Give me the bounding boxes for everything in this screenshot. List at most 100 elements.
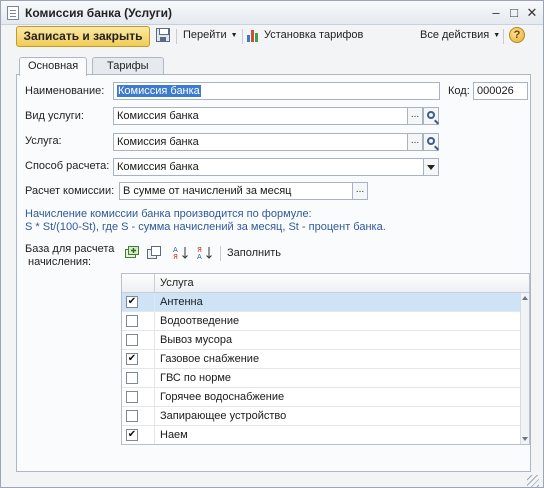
service-name: Водоотведение (160, 315, 240, 327)
checkbox-cell (122, 369, 155, 387)
svg-text:А: А (197, 253, 202, 260)
calc-method-select[interactable]: Комиссия банка (113, 158, 424, 176)
copy-row-icon[interactable] (147, 246, 161, 259)
table-row[interactable]: Вывоз мусора (122, 331, 520, 350)
table-row[interactable]: ✔ Наем (122, 426, 520, 444)
title-bar[interactable]: Комиссия банка (Услуги) – □ ✕ (1, 1, 543, 25)
save-icon[interactable] (156, 28, 170, 42)
checkbox-cell (122, 388, 155, 406)
calc-method-dropdown-button[interactable] (423, 158, 439, 176)
help-icon[interactable]: ? (509, 27, 525, 43)
checkbox-cell: ✔ (122, 350, 155, 368)
service-type-open-button[interactable] (423, 107, 439, 125)
table-row[interactable]: Водоотведение (122, 312, 520, 331)
service-type-field[interactable]: Комиссия банка (113, 107, 408, 125)
service-name: ГВС по норме (160, 372, 232, 384)
service-select-button[interactable]: ... (407, 133, 423, 151)
toolbar-separator (176, 29, 177, 44)
set-tariffs-button[interactable]: Установка тарифов (264, 29, 363, 41)
checkbox-cell: ✔ (122, 293, 155, 311)
base-label-line-1: База для расчета (25, 243, 115, 255)
window-title: Комиссия банка (Услуги) (25, 6, 173, 20)
all-actions-menu[interactable]: Все действия ▼ (420, 29, 500, 41)
toolbar-separator (220, 246, 221, 261)
code-field[interactable]: 000026 (473, 82, 528, 100)
bar-chart-icon (247, 29, 261, 42)
tab-main[interactable]: Основная (19, 57, 88, 76)
service-name: Наем (160, 429, 188, 441)
table-row[interactable]: ✔ Антенна (122, 293, 520, 312)
service-name: Вывоз мусора (160, 334, 233, 346)
all-actions-label: Все действия (420, 29, 490, 41)
search-icon (427, 111, 435, 119)
checkmark-icon: ✔ (127, 353, 137, 364)
close-button[interactable]: ✕ (525, 6, 539, 20)
table-header: Услуга (122, 274, 529, 293)
service-type-label: Вид услуги: (25, 110, 84, 122)
dialog-window: Комиссия банка (Услуги) – □ ✕ Записать и… (0, 0, 544, 488)
search-icon (427, 137, 435, 145)
service-open-button[interactable] (423, 133, 439, 151)
resize-grip-icon[interactable] (527, 475, 539, 487)
vertical-scrollbar[interactable] (520, 293, 529, 444)
tab-tariffs[interactable]: Тарифы (92, 57, 164, 75)
name-label: Наименование: (25, 85, 105, 97)
sort-ascending-icon[interactable]: АЯ (173, 245, 188, 261)
minimize-button[interactable]: – (489, 6, 503, 20)
row-checkbox[interactable] (126, 334, 138, 346)
scroll-down-icon[interactable] (522, 437, 528, 441)
base-label-line-2: начисления: (28, 256, 92, 268)
maximize-button[interactable]: □ (507, 6, 521, 20)
checkbox-cell: ✔ (122, 426, 155, 444)
toolbar-separator (503, 29, 504, 44)
service-column-header[interactable]: Услуга (160, 277, 194, 289)
commission-select-button[interactable]: ... (352, 182, 368, 200)
name-value: Комиссия банка (117, 85, 201, 97)
scroll-up-icon[interactable] (522, 296, 528, 300)
row-checkbox[interactable]: ✔ (126, 429, 138, 441)
fill-button[interactable]: Заполнить (227, 247, 281, 259)
code-label: Код: (448, 85, 470, 97)
save-and-close-button[interactable]: Записать и закрыть (16, 26, 150, 47)
chevron-down-icon (427, 165, 435, 170)
service-name: Запирающее устройство (160, 410, 287, 422)
service-field[interactable]: Комиссия банка (113, 133, 408, 151)
calc-method-label: Способ расчета: (25, 160, 110, 172)
commission-field[interactable]: В сумме от начислений за месяц (119, 182, 353, 200)
goto-label: Перейти (183, 29, 227, 41)
checkmark-icon: ✔ (127, 429, 137, 440)
checkbox-cell (122, 331, 155, 349)
service-name: Горячее водоснабжение (160, 391, 285, 403)
checkbox-column-header[interactable] (122, 274, 155, 293)
chevron-down-icon: ▼ (230, 31, 238, 39)
name-field[interactable]: Комиссия банка (113, 82, 440, 100)
toolbar: Записать и закрыть Перейти ▼ Установка та… (1, 26, 543, 48)
table-row[interactable]: Запирающее устройство (122, 407, 520, 426)
row-checkbox[interactable] (126, 391, 138, 403)
table-row[interactable]: Горячее водоснабжение (122, 388, 520, 407)
checkmark-icon: ✔ (127, 296, 137, 307)
toolbar-separator (242, 29, 243, 44)
row-checkbox[interactable] (126, 372, 138, 384)
service-label: Услуга: (25, 135, 62, 147)
svg-text:Я: Я (173, 253, 178, 260)
formula-note-line-2: S * St/(100-St), где S - сумма начислени… (25, 221, 386, 233)
checkbox-cell (122, 312, 155, 330)
chevron-down-icon: ▼ (493, 31, 501, 39)
add-row-icon[interactable] (125, 246, 139, 259)
document-icon (7, 6, 19, 20)
row-checkbox[interactable] (126, 315, 138, 327)
sort-descending-icon[interactable]: ЯА (197, 245, 212, 261)
row-checkbox[interactable]: ✔ (126, 353, 138, 365)
services-table: Услуга ✔ Антенна Водоотведение Вывоз мусора… (121, 273, 530, 445)
table-row[interactable]: ✔ Газовое снабжение (122, 350, 520, 369)
row-checkbox[interactable]: ✔ (126, 296, 138, 308)
row-checkbox[interactable] (126, 410, 138, 422)
commission-label: Расчет комиссии: (25, 185, 115, 197)
formula-note-line-1: Начисление комиссии банка производится п… (25, 208, 312, 220)
service-type-select-button[interactable]: ... (407, 107, 423, 125)
table-row[interactable]: ГВС по норме (122, 369, 520, 388)
service-name: Антенна (160, 296, 203, 308)
goto-menu[interactable]: Перейти ▼ (183, 29, 238, 41)
checkbox-cell (122, 407, 155, 425)
